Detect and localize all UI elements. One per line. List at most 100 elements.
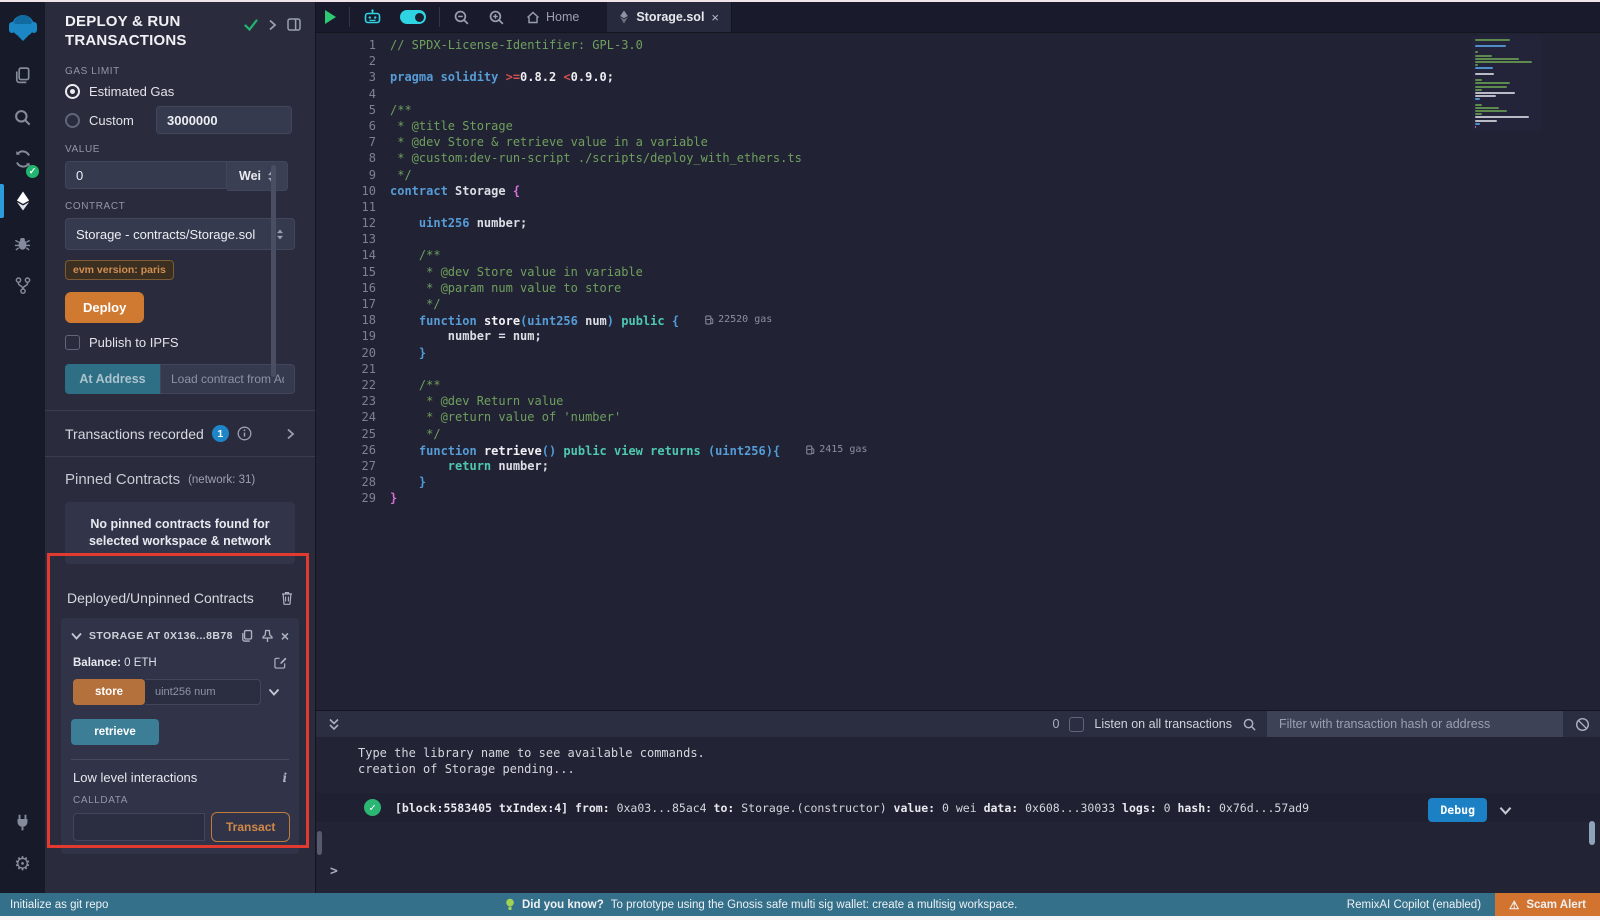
status-bar: Initialize as git repo Did you know? To … (0, 893, 1600, 916)
did-you-know-text: To prototype using the Gnosis safe multi… (611, 899, 1018, 911)
copy-icon[interactable] (240, 629, 254, 643)
gas-estimate-annotation: 2415 gas (806, 442, 867, 458)
transact-button[interactable]: Transact (211, 812, 290, 842)
play-icon (325, 10, 336, 24)
deploy-button[interactable]: Deploy (65, 292, 144, 323)
publish-ipfs-checkbox[interactable] (65, 335, 80, 350)
low-level-interactions-title: Low level interactions (73, 770, 197, 785)
icon-rail: ✓ ⚙ (0, 2, 45, 893)
scam-alert-button[interactable]: ⚠ Scam Alert (1495, 893, 1600, 916)
code-line: 22 /** (316, 377, 1600, 393)
debug-button[interactable]: Debug (1428, 798, 1487, 822)
terminal-output: Type the library name to see available c… (316, 737, 1600, 777)
tab-storage-sol[interactable]: Storage.sol × (607, 2, 732, 32)
stepper-icon (276, 229, 284, 240)
scam-alert-label: Scam Alert (1526, 899, 1586, 911)
code-line: 13 (316, 231, 1600, 247)
settings-gear-icon[interactable]: ⚙ (0, 843, 45, 885)
ai-copilot-icon[interactable] (354, 2, 391, 32)
tab-close-icon[interactable]: × (711, 10, 719, 25)
warning-icon: ⚠ (1509, 898, 1519, 912)
listen-all-label: Listen on all transactions (1094, 717, 1232, 731)
transactions-recorded-row[interactable]: Transactions recorded 1 (45, 411, 315, 456)
panel-check-icon (244, 19, 258, 31)
code-line: 4 (316, 86, 1600, 102)
code-line: 3pragma solidity >=0.8.2 <0.9.0; (316, 69, 1600, 85)
chevron-right-icon[interactable] (286, 428, 295, 440)
code-line: 8 * @custom:dev-run-script ./scripts/dep… (316, 150, 1600, 166)
remix-ide-window: ✓ ⚙ DEPLOY & RUN TRANSACTIONS (0, 0, 1600, 920)
plugin-manager-icon[interactable] (0, 801, 45, 843)
store-function-button[interactable]: store (73, 679, 145, 705)
listen-all-checkbox[interactable] (1069, 717, 1084, 732)
value-label: VALUE (65, 144, 295, 155)
chevron-down-icon[interactable] (71, 632, 82, 640)
at-address-button[interactable]: At Address (65, 364, 160, 394)
zoom-out-button[interactable] (444, 2, 479, 32)
editor-minimap[interactable] (1472, 36, 1542, 131)
custom-gas-radio[interactable] (65, 113, 80, 128)
terminal-body[interactable]: Type the library name to see available c… (316, 737, 1600, 893)
remix-logo-icon[interactable] (0, 2, 45, 54)
zoom-in-button[interactable] (479, 2, 514, 32)
code-line: 29} (316, 490, 1600, 506)
code-line: 6 * @title Storage (316, 118, 1600, 134)
tx-success-check-icon: ✓ (364, 799, 381, 816)
retrieve-function-button[interactable]: retrieve (71, 719, 159, 745)
compiled-check-badge: ✓ (26, 165, 39, 178)
app-area: ✓ ⚙ DEPLOY & RUN TRANSACTIONS (0, 2, 1600, 893)
debugger-icon[interactable] (0, 222, 45, 264)
code-line: 17 */ (316, 296, 1600, 312)
git-icon[interactable] (0, 264, 45, 306)
git-init-status[interactable]: Initialize as git repo (10, 899, 108, 911)
trash-icon[interactable] (281, 591, 293, 605)
edit-icon[interactable] (274, 656, 287, 669)
code-editor[interactable]: 1// SPDX-License-Identifier: GPL-3.023pr… (316, 33, 1600, 710)
expand-tx-chevron-icon[interactable] (1499, 806, 1512, 815)
run-script-button[interactable] (316, 2, 345, 32)
main-area: Home Storage.sol × 1// SPDX-License-Iden… (315, 2, 1600, 893)
value-input[interactable] (65, 161, 227, 189)
terminal-left-scrollbar[interactable] (317, 831, 322, 855)
code-line: 7 * @dev Store & retrieve value in a var… (316, 134, 1600, 150)
store-param-input[interactable] (145, 679, 261, 705)
code-line: 19 number = num; (316, 328, 1600, 344)
transaction-filter-input[interactable] (1267, 711, 1563, 738)
publish-ipfs-option[interactable]: Publish to IPFS (65, 335, 295, 350)
info-icon[interactable] (237, 426, 252, 441)
solidity-compiler-icon[interactable]: ✓ (0, 138, 45, 180)
custom-gas-option[interactable]: Custom (65, 106, 295, 134)
estimated-gas-radio[interactable] (65, 84, 80, 99)
expand-chevron-down-icon[interactable] (268, 688, 280, 696)
code-line: 10contract Storage { (316, 183, 1600, 199)
home-tab[interactable]: Home (514, 2, 591, 32)
pinned-contracts-title: Pinned Contracts (65, 471, 180, 488)
code-line: 9 */ (316, 167, 1600, 183)
deploy-run-icon[interactable] (0, 180, 45, 222)
code-line: 2 (316, 53, 1600, 69)
panel-chevron-right-icon[interactable] (268, 19, 277, 31)
collapse-terminal-icon[interactable] (328, 718, 340, 731)
close-icon[interactable]: × (281, 628, 289, 644)
calldata-input[interactable] (73, 813, 205, 841)
clear-console-icon[interactable] (1575, 717, 1590, 732)
search-icon[interactable] (0, 96, 45, 138)
panel-layout-icon[interactable] (287, 18, 301, 31)
lightbulb-icon (505, 898, 515, 912)
contract-select[interactable]: Storage - contracts/Storage.sol (65, 218, 295, 250)
value-unit-select[interactable]: Wei (227, 161, 288, 191)
no-pinned-contracts-message: No pinned contracts found for selected w… (65, 502, 295, 564)
toggle-on-icon (400, 10, 426, 24)
info-icon[interactable]: i (282, 771, 287, 785)
pin-icon[interactable] (261, 629, 274, 643)
file-explorer-icon[interactable] (0, 54, 45, 96)
estimated-gas-option[interactable]: Estimated Gas (65, 84, 295, 99)
terminal-prompt[interactable]: > (330, 864, 338, 879)
code-line: 27 return number; (316, 458, 1600, 474)
custom-gas-input[interactable] (156, 106, 292, 134)
terminal-scrollbar[interactable] (1589, 821, 1595, 845)
copilot-status[interactable]: RemixAI Copilot (enabled) (1347, 899, 1481, 911)
transaction-log-row[interactable]: ✓ [block:5583405 txIndex:4] from: 0xa03.… (316, 793, 1600, 822)
copilot-toggle[interactable] (391, 2, 435, 32)
panel-scrollbar[interactable] (271, 165, 276, 377)
